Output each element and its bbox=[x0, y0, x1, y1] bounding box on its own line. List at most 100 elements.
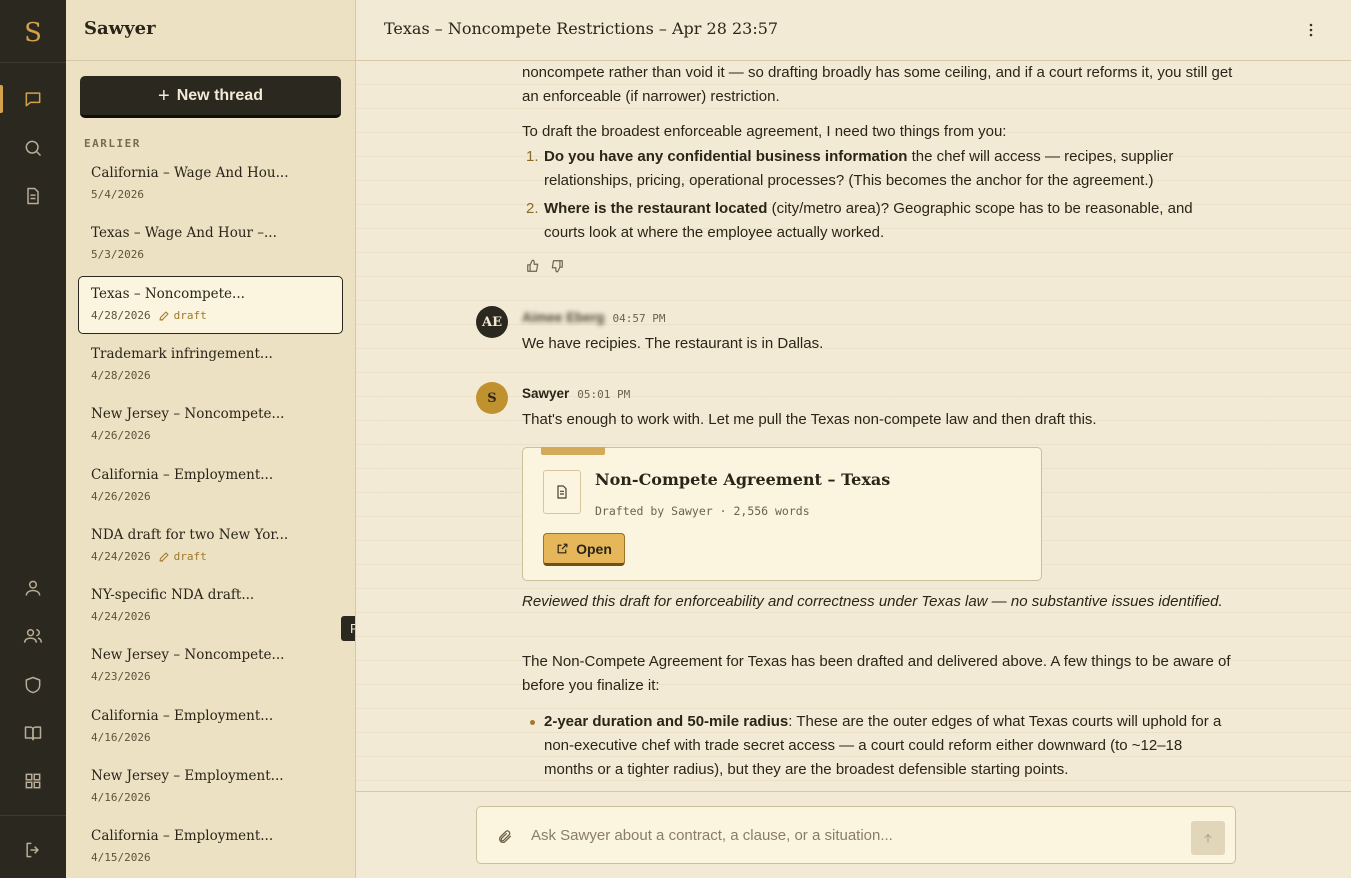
assistant-paragraph: noncompete rather than void it — so draf… bbox=[522, 64, 1233, 105]
paperclip-icon bbox=[499, 830, 511, 843]
pencil-icon bbox=[159, 552, 169, 561]
thread-date: 4/26/2026 bbox=[91, 490, 151, 503]
thread-title: New Jersey – Noncompete... bbox=[91, 647, 285, 663]
sidebar-brand: Sawyer bbox=[84, 18, 156, 39]
users-icon bbox=[23, 629, 43, 643]
bullet-text: 2-year duration and 50-mile radius: Thes… bbox=[544, 713, 1222, 778]
open-label: Open bbox=[576, 540, 612, 557]
rail-logout-button[interactable] bbox=[0, 830, 66, 870]
thread-meta: 4/23/2026 bbox=[91, 670, 330, 683]
kebab-menu-icon bbox=[1309, 23, 1313, 37]
thread-item[interactable]: Trademark infringement... 4/28/2026 bbox=[78, 336, 343, 394]
thread-item[interactable]: Texas – Noncompete... 4/28/2026 draft bbox=[78, 276, 343, 334]
question-list-item: 1. Do you have any confidential business… bbox=[522, 145, 1237, 193]
review-note: Reviewed this draft for enforceability a… bbox=[522, 593, 1223, 610]
rail-security-button[interactable] bbox=[0, 665, 66, 705]
sidebar-divider bbox=[66, 60, 355, 61]
thread-item[interactable]: New Jersey – Employment... 4/16/2026 bbox=[78, 758, 343, 816]
assistant-message-header: Sawyer 05:01 PM bbox=[522, 386, 630, 401]
user-message-header: Aimee Eberg 04:57 PM bbox=[522, 310, 666, 325]
rail-chat-button[interactable] bbox=[0, 79, 66, 119]
search-icon bbox=[25, 140, 42, 157]
thread-meta: 4/16/2026 bbox=[91, 731, 330, 744]
list-number: 2. bbox=[526, 200, 539, 217]
summary-bullet-item: 2-year duration and 50-mile radius: Thes… bbox=[522, 710, 1237, 782]
thread-date: 5/3/2026 bbox=[91, 248, 144, 261]
thread-item[interactable]: California – Wage And Hou... 5/4/2026 bbox=[78, 155, 343, 213]
thread-date: 4/16/2026 bbox=[91, 791, 151, 804]
thread-sidebar: Sawyer + New thread EARLIER California –… bbox=[66, 0, 356, 878]
thread-title: NDA draft for two New Yor... bbox=[91, 527, 289, 543]
arrow-up-icon bbox=[1204, 833, 1212, 843]
thumbs-down-icon bbox=[551, 260, 563, 273]
rail-profile-button[interactable] bbox=[0, 568, 66, 608]
rail-documents-button[interactable] bbox=[0, 176, 66, 216]
thread-item[interactable]: California – Employment... 4/26/2026 bbox=[78, 457, 343, 515]
shield-icon bbox=[25, 676, 41, 694]
document-icon-box bbox=[543, 470, 581, 514]
thread-meta: 4/26/2026 bbox=[91, 490, 330, 503]
thread-meta: 4/24/2026 bbox=[91, 610, 330, 623]
document-icon bbox=[27, 187, 39, 205]
thread-title: California – Wage And Hou... bbox=[91, 165, 289, 181]
app-logo: S bbox=[24, 18, 42, 48]
list-item-text: Where is the restaurant located (city/me… bbox=[544, 200, 1193, 241]
thread-item[interactable]: New Jersey – Noncompete... 4/26/2026 bbox=[78, 396, 343, 454]
logout-icon bbox=[26, 842, 39, 858]
thread-meta: 4/15/2026 bbox=[91, 851, 330, 864]
thread-item[interactable]: California – Employment... 4/15/2026 bbox=[78, 818, 343, 876]
thread-date: 4/24/2026 bbox=[91, 610, 151, 623]
thread-date: 4/26/2026 bbox=[91, 429, 151, 442]
user-message: We have recipies. The restaurant is in D… bbox=[522, 335, 824, 352]
thread-meta: 4/28/2026 draft bbox=[91, 309, 330, 322]
assistant-message-time: 05:01 PM bbox=[577, 388, 631, 401]
chat-scroll-area[interactable]: noncompete rather than void it — so draf… bbox=[356, 61, 1351, 791]
thread-title: New Jersey – Noncompete... bbox=[91, 406, 285, 422]
open-document-button[interactable]: Open bbox=[543, 533, 625, 566]
list-number: 1. bbox=[526, 148, 539, 165]
pencil-icon bbox=[159, 311, 169, 320]
message-input[interactable] bbox=[531, 821, 1171, 849]
thread-title: New Jersey – Employment... bbox=[91, 768, 284, 784]
external-link-icon bbox=[557, 543, 568, 554]
rail-search-button[interactable] bbox=[0, 128, 66, 168]
rail-apps-button[interactable] bbox=[0, 761, 66, 801]
thread-date: 4/16/2026 bbox=[91, 731, 151, 744]
thumbs-up-button[interactable] bbox=[526, 259, 540, 278]
thread-title: California – Employment... bbox=[91, 467, 274, 483]
composer-area bbox=[356, 791, 1351, 878]
attach-button[interactable] bbox=[495, 827, 515, 847]
thread-item[interactable]: NY-specific NDA draft... 4/24/2026 bbox=[78, 577, 343, 635]
thread-title: California – Employment... bbox=[91, 708, 274, 724]
thread-item[interactable]: California – Employment... 4/16/2026 bbox=[78, 698, 343, 756]
thread-title: NY-specific NDA draft... bbox=[91, 587, 255, 603]
thread-meta: 5/4/2026 bbox=[91, 188, 330, 201]
thread-title: Texas – Noncompete Restrictions – Apr 28… bbox=[384, 19, 779, 38]
thread-item[interactable]: NDA draft for two New Yor... 4/24/2026 dra… bbox=[78, 517, 343, 575]
rail-team-button[interactable] bbox=[0, 616, 66, 656]
assistant-message: That's enough to work with. Let me pull … bbox=[522, 411, 1097, 428]
list-item-text: Do you have any confidential business in… bbox=[544, 148, 1174, 189]
thumbs-down-button[interactable] bbox=[550, 259, 564, 278]
thread-item[interactable]: New Jersey – Noncompete... 4/23/2026 bbox=[78, 637, 343, 695]
rail-library-button[interactable] bbox=[0, 713, 66, 753]
section-label: EARLIER bbox=[84, 137, 141, 150]
more-options-button[interactable] bbox=[1301, 20, 1321, 40]
chat-icon bbox=[25, 92, 41, 107]
thread-item[interactable]: Texas – Wage And Hour –... 5/3/2026 bbox=[78, 215, 343, 273]
document-card-tab bbox=[541, 447, 605, 455]
icon-rail: S bbox=[0, 0, 66, 878]
top-bar: Texas – Noncompete Restrictions – Apr 28… bbox=[356, 0, 1351, 61]
send-button[interactable] bbox=[1191, 821, 1225, 855]
new-thread-button[interactable]: + New thread bbox=[80, 76, 341, 118]
grid-icon bbox=[25, 773, 41, 789]
document-icon bbox=[557, 485, 567, 499]
thread-title: Trademark infringement... bbox=[91, 346, 273, 362]
thread-meta: 4/28/2026 bbox=[91, 369, 330, 382]
thread-title: California – Employment... bbox=[91, 828, 274, 844]
user-message-time: 04:57 PM bbox=[612, 312, 666, 325]
thread-meta: 5/3/2026 bbox=[91, 248, 330, 261]
sawyer-avatar: S bbox=[476, 382, 508, 414]
pin-tooltip: Pin bbox=[341, 616, 355, 641]
thumbs-up-icon bbox=[527, 259, 539, 272]
